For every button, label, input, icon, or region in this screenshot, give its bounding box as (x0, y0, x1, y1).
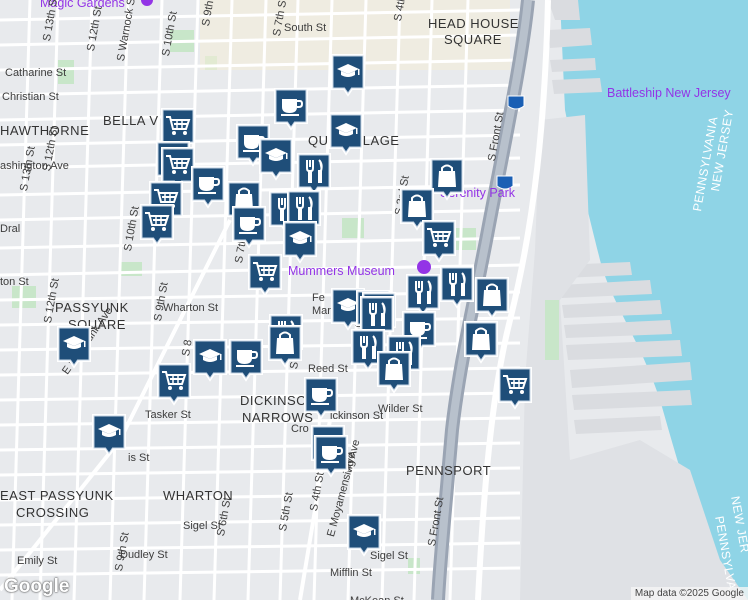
street-label: Mifflin St (330, 567, 372, 579)
shopping-bag-marker-icon[interactable] (474, 276, 510, 320)
school-marker-icon[interactable] (330, 53, 366, 97)
street-label: Emily St (17, 555, 58, 567)
street-label: Fe (312, 292, 325, 304)
poi-label[interactable]: Mummers Museum (288, 264, 395, 278)
poi-label[interactable]: Battleship New Jersey (607, 86, 731, 100)
cafe-marker-icon[interactable] (190, 165, 226, 209)
neighborhood-label: PASSYUNK (55, 300, 129, 315)
shopping-bag-marker-icon[interactable] (463, 320, 499, 364)
street-label: Dral (0, 223, 21, 235)
cafe-marker-icon[interactable] (228, 338, 264, 382)
school-marker-icon[interactable] (282, 220, 318, 264)
street-label: Mar (312, 305, 331, 317)
street-label: is St (128, 452, 150, 464)
restaurant-marker-icon[interactable] (439, 265, 475, 309)
cafe-marker-icon[interactable] (303, 376, 339, 420)
shopping-bag-marker-icon[interactable] (376, 350, 412, 394)
shopping-cart-marker-icon[interactable] (247, 253, 283, 297)
street-label: Wilder St (378, 403, 423, 415)
school-marker-icon[interactable] (56, 325, 92, 369)
google-logo: Google (4, 576, 70, 597)
street-label: Reed St (308, 363, 348, 375)
neighborhood-label: SQUARE (444, 32, 502, 47)
cafe-marker-icon[interactable] (273, 87, 309, 131)
map-view[interactable]: HEAD HOUSE SQUARE BELLA V HAWTHORNE QUE VILL… (0, 0, 748, 600)
neighborhood-label: PENNSPORT (406, 463, 492, 478)
street-label: Wharton St (163, 302, 219, 314)
street-label: ton St (0, 276, 29, 288)
neighborhood-label: EAST PASSYUNK (0, 488, 114, 503)
cafe-marker-icon[interactable] (231, 205, 267, 249)
shopping-cart-marker-icon[interactable] (139, 203, 175, 247)
cafe-marker-icon[interactable] (313, 434, 349, 478)
neighborhood-label: DICKINSO (240, 393, 307, 408)
shopping-cart-marker-icon[interactable] (497, 366, 533, 410)
neighborhood-label: CROSSING (16, 505, 90, 520)
street-label: Cro (291, 423, 309, 435)
street-label: Christian St (2, 91, 59, 103)
school-marker-icon[interactable] (91, 413, 127, 457)
school-marker-icon[interactable] (192, 338, 228, 382)
neighborhood-label: HAWTHORNE (0, 123, 90, 138)
shopping-bag-marker-icon[interactable] (267, 324, 303, 368)
street-label: McKean St (350, 595, 404, 600)
school-marker-icon[interactable] (258, 137, 294, 181)
school-marker-icon[interactable] (328, 112, 364, 156)
street-label: Catharine St (5, 67, 67, 79)
shopping-cart-marker-icon[interactable] (421, 219, 457, 263)
shopping-cart-marker-icon[interactable] (156, 362, 192, 406)
school-marker-icon[interactable] (346, 513, 382, 557)
neighborhood-label: BELLA V (103, 113, 159, 128)
street-label: South St (284, 22, 327, 34)
map-attribution[interactable]: Map data ©2025 Google (630, 587, 748, 600)
street-label: Tasker St (145, 409, 191, 421)
neighborhood-label: HEAD HOUSE (428, 16, 519, 31)
